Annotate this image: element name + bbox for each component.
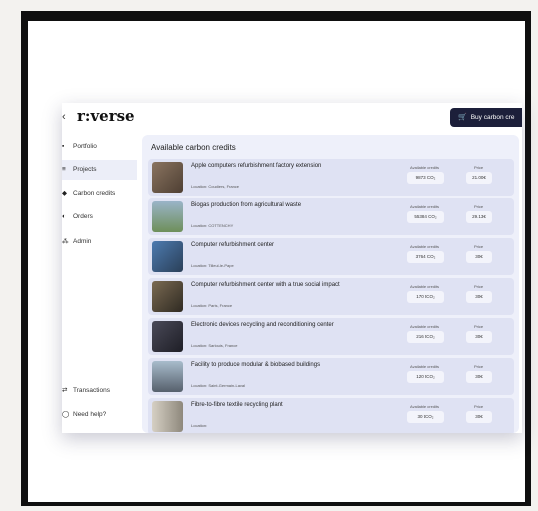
sidebar-item-admin[interactable]: ⁂ Admin — [62, 232, 137, 252]
project-card[interactable]: Facility to produce modular & biobased b… — [148, 358, 514, 395]
project-location: Location: Saint-Germain-Laval — [191, 383, 246, 388]
user-icon: ⁂ — [62, 238, 69, 245]
project-title: Electronic devices recycling and recondi… — [191, 322, 334, 328]
project-title: Fibre-to-fibre textile recycling plant — [191, 402, 283, 408]
project-location: Location: — [191, 423, 208, 428]
price-value: 30€ — [466, 371, 492, 383]
sidebar-item-help[interactable]: ◯ Need help? — [62, 405, 137, 425]
cart-icon: 🛒 — [458, 114, 467, 121]
project-thumbnail — [152, 162, 183, 193]
sidebar-item-label: Projects — [73, 166, 97, 173]
credits-label: Available credits — [410, 324, 440, 329]
sidebar-item-label: Need help? — [73, 411, 107, 418]
sidebar-item-label: Carbon credits — [73, 190, 116, 197]
sidebar-item-label: Portfolio — [73, 143, 97, 150]
price-value: 30€ — [466, 331, 492, 343]
credits-value: 9873 CO₂ — [407, 172, 444, 184]
price-value: 29.13€ — [466, 211, 492, 223]
project-card[interactable]: Electronic devices recycling and recondi… — [148, 318, 514, 355]
price-value: 21.00€ — [466, 172, 492, 184]
credits-value: 3764 CO₂ — [407, 251, 444, 263]
price-label: Price — [474, 364, 484, 369]
arrows-icon: ⇄ — [62, 387, 68, 394]
credits-label: Available credits — [410, 404, 440, 409]
project-location: Location: Sarlouis, France — [191, 343, 238, 348]
price-label: Price — [474, 404, 484, 409]
project-thumbnail — [152, 401, 183, 432]
credits-value: 170 tCO₂ — [407, 291, 444, 303]
project-card[interactable]: Biogas production from agricultural wast… — [148, 198, 514, 235]
sidebar-item-label: Orders — [73, 213, 93, 220]
app-window: ‹ r:verse 🛒 Buy carbon cre ▪ Portfolio ≡ … — [62, 103, 522, 433]
sidebar-item-carbon-credits[interactable]: ◆ Carbon credits — [62, 184, 137, 204]
sidebar-item-label: Transactions — [73, 387, 110, 394]
price-label: Price — [474, 165, 484, 170]
price-value: 30€ — [466, 411, 492, 423]
sidebar: ▪ Portfolio ≡ Projects ◆ Carbon credits … — [62, 137, 137, 433]
credits-value: 120 tCO₂ — [407, 371, 444, 383]
sidebar-item-transactions[interactable]: ⇄ Transactions — [62, 381, 137, 401]
credits-label: Available credits — [410, 364, 440, 369]
sidebar-item-label: Admin — [73, 238, 92, 245]
project-location: Location: Tilleul-le-Pape — [191, 263, 234, 268]
project-location: Location: COTTENCHY — [191, 223, 234, 228]
help-icon: ◯ — [62, 411, 70, 418]
list-icon: ≡ — [62, 166, 66, 173]
buy-button-label: Buy carbon cre — [470, 114, 515, 121]
carbon-credits-list: Available carbon credits Apple computers… — [142, 135, 519, 433]
project-location: Location: Paris, France — [191, 303, 233, 308]
price-label: Price — [474, 244, 484, 249]
page-title: Available carbon credits — [151, 143, 236, 152]
project-title: Biogas production from agricultural wast… — [191, 202, 302, 208]
price-label: Price — [474, 204, 484, 209]
project-title: Computer refurbishment center — [191, 242, 275, 248]
project-title: Apple computers refurbishment factory ex… — [191, 163, 322, 169]
price-label: Price — [474, 324, 484, 329]
price-value: 30€ — [466, 291, 492, 303]
project-location: Location: Coudiers, France — [191, 184, 240, 189]
credits-label: Available credits — [410, 244, 440, 249]
project-title: Computer refurbishment center with a tru… — [191, 282, 340, 288]
credits-value: 216 tCO₂ — [407, 331, 444, 343]
price-label: Price — [474, 284, 484, 289]
project-thumbnail — [152, 361, 183, 392]
project-thumbnail — [152, 281, 183, 312]
project-thumbnail — [152, 241, 183, 272]
project-title: Facility to produce modular & biobased b… — [191, 362, 321, 368]
buy-carbon-credits-button[interactable]: 🛒 Buy carbon cre — [450, 108, 522, 127]
project-card[interactable]: Computer refurbishment center with a tru… — [148, 278, 514, 315]
project-card[interactable]: Computer refurbishment center Location: … — [148, 238, 514, 275]
sidebar-item-projects[interactable]: ≡ Projects — [62, 160, 137, 180]
project-thumbnail — [152, 321, 183, 352]
credits-label: Available credits — [410, 204, 440, 209]
chevron-left-icon[interactable]: ‹ — [62, 111, 66, 123]
project-thumbnail — [152, 201, 183, 232]
sidebar-item-portfolio[interactable]: ▪ Portfolio — [62, 137, 137, 157]
briefcase-icon: ▪ — [62, 143, 65, 150]
credits-value: 30 tCO₂ — [407, 411, 444, 423]
project-card[interactable]: Fibre-to-fibre textile recycling plant L… — [148, 398, 514, 433]
logo[interactable]: r:verse — [77, 107, 135, 125]
cart-icon: ◐ — [62, 213, 66, 220]
credits-label: Available credits — [410, 165, 440, 170]
credits-label: Available credits — [410, 284, 440, 289]
sidebar-item-orders[interactable]: ◐ Orders — [62, 207, 137, 227]
project-card[interactable]: Apple computers refurbishment factory ex… — [148, 159, 514, 196]
price-value: 30€ — [466, 251, 492, 263]
leaf-icon: ◆ — [62, 190, 67, 197]
credits-value: 55384 CO₂ — [407, 211, 444, 223]
top-bar: ‹ r:verse 🛒 Buy carbon cre — [62, 103, 522, 133]
